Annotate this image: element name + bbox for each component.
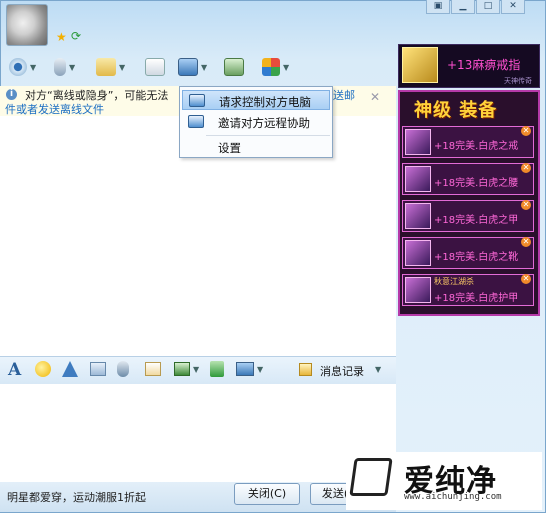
remote-control-icon (189, 94, 205, 107)
settings-window-button[interactable]: ▣ (426, 0, 450, 14)
camera-icon (9, 58, 27, 76)
ad-item-text: +18完美.白虎护甲 (434, 293, 519, 304)
chevron-down-icon[interactable]: ▼ (69, 63, 75, 72)
message-icon (145, 58, 165, 76)
ad-item-text: +18完美.白虎之腰 (434, 178, 519, 189)
microphone-icon (54, 58, 66, 76)
close-icon[interactable]: ✕ (521, 126, 531, 136)
menu-item-label: 邀请对方远程协助 (218, 116, 310, 130)
screen-icon (224, 58, 244, 76)
menu-divider (206, 135, 330, 136)
chevron-down-icon[interactable]: ▼ (257, 365, 263, 374)
message-history-button[interactable]: 消息记录 (320, 363, 364, 379)
menu-item-request-control[interactable]: 请求控制对方电脑 (182, 90, 330, 110)
star-icon: ★ (56, 30, 67, 44)
voice-tool[interactable]: ▼ (54, 56, 75, 78)
apps-grid-icon (262, 58, 280, 76)
item-icon (405, 129, 431, 155)
ad-top-sub: 天神传奇 (504, 77, 532, 85)
info-text-2: 件或者发送离线文件 (5, 101, 104, 117)
offline-file-link[interactable]: 发送离线文件 (38, 103, 104, 116)
ring-icon (402, 47, 438, 83)
screenshot-icon[interactable] (236, 362, 254, 376)
voice-msg-icon[interactable] (117, 361, 129, 377)
message-input[interactable] (0, 384, 396, 482)
video-tool[interactable]: ▼ (9, 56, 36, 78)
item-icon (405, 240, 431, 266)
ad-item-text: +18完美.白虎之甲 (434, 215, 519, 226)
image-icon[interactable] (174, 362, 190, 376)
ad-item-sub: 秋意江湖杀 (434, 277, 474, 286)
note-icon[interactable] (145, 362, 161, 376)
chevron-down-icon[interactable]: ▼ (375, 365, 381, 374)
chevron-down-icon[interactable]: ▼ (193, 365, 199, 374)
menu-item-invite-assist[interactable]: 邀请对方远程协助 (182, 112, 330, 132)
menu-item-label: 设置 (218, 141, 241, 155)
ad-item-text: +18完美.白虎之靴 (434, 252, 519, 263)
send-mail-link-tail[interactable]: 送邮 (333, 87, 355, 103)
watermark-url: www.aichunjing.com (404, 492, 502, 502)
music-icon[interactable] (210, 361, 224, 377)
chevron-down-icon[interactable]: ▼ (119, 63, 125, 72)
ad-item[interactable]: +18完美.白虎之戒 ✕ (402, 126, 534, 158)
file-tool[interactable]: ▼ (96, 56, 125, 78)
ad-item[interactable]: +18完美.白虎之腰 ✕ (402, 163, 534, 195)
close-icon[interactable]: ✕ (521, 163, 531, 173)
info-prefix[interactable]: 件或者 (5, 103, 38, 116)
chevron-down-icon[interactable]: ▼ (283, 63, 289, 72)
emoji-icon[interactable] (35, 361, 51, 377)
close-icon[interactable]: ✕ (521, 274, 531, 284)
close-icon[interactable]: ✕ (370, 90, 380, 104)
maximize-button[interactable]: □ (476, 0, 500, 14)
remote-menu: 请求控制对方电脑 邀请对方远程协助 设置 (179, 86, 333, 158)
font-icon[interactable]: A (8, 360, 21, 380)
chevron-down-icon[interactable]: ▼ (201, 63, 207, 72)
watermark-logo-icon (349, 458, 393, 496)
remote-desktop-tool[interactable]: ▼ (178, 56, 207, 78)
apps-tool[interactable]: ▼ (262, 56, 289, 78)
ad-item[interactable]: +18完美.白虎之靴 ✕ (402, 237, 534, 269)
menu-item-settings[interactable]: 设置 (182, 137, 330, 157)
minimize-button[interactable]: ▁ (451, 0, 475, 14)
remote-assist-icon (188, 115, 204, 128)
history-icon (299, 363, 312, 376)
item-icon (405, 277, 431, 303)
ad-title: 神级 装备 (414, 100, 498, 121)
chevron-down-icon[interactable]: ▼ (30, 63, 36, 72)
close-icon[interactable]: ✕ (521, 200, 531, 210)
ad-link-text[interactable]: 明星都爱穿，运动潮服1折起 (7, 489, 146, 505)
ad-item[interactable]: 秋意江湖杀 +18完美.白虎护甲 ✕ (402, 274, 534, 306)
ad-top-text: +13麻痹戒指 (447, 58, 521, 72)
monitor-icon (178, 58, 198, 76)
item-icon (405, 166, 431, 192)
avatar[interactable] (6, 4, 48, 46)
close-icon[interactable]: ✕ (521, 237, 531, 247)
screen-share-tool[interactable] (224, 56, 244, 78)
close-window-button[interactable]: ✕ (501, 0, 525, 14)
ad-item[interactable]: +18完美.白虎之甲 ✕ (402, 200, 534, 232)
menu-item-label: 请求控制对方电脑 (219, 95, 311, 109)
ad-item-text: +18完美.白虎之戒 (434, 141, 519, 152)
item-icon (405, 203, 431, 229)
info-icon: i (6, 89, 17, 100)
magic-icon[interactable] (90, 362, 106, 376)
folder-icon (96, 58, 116, 76)
close-button[interactable]: 关闭(C) (234, 483, 300, 505)
sms-tool[interactable] (145, 56, 165, 78)
search-icon[interactable]: ⟳ (71, 29, 81, 43)
